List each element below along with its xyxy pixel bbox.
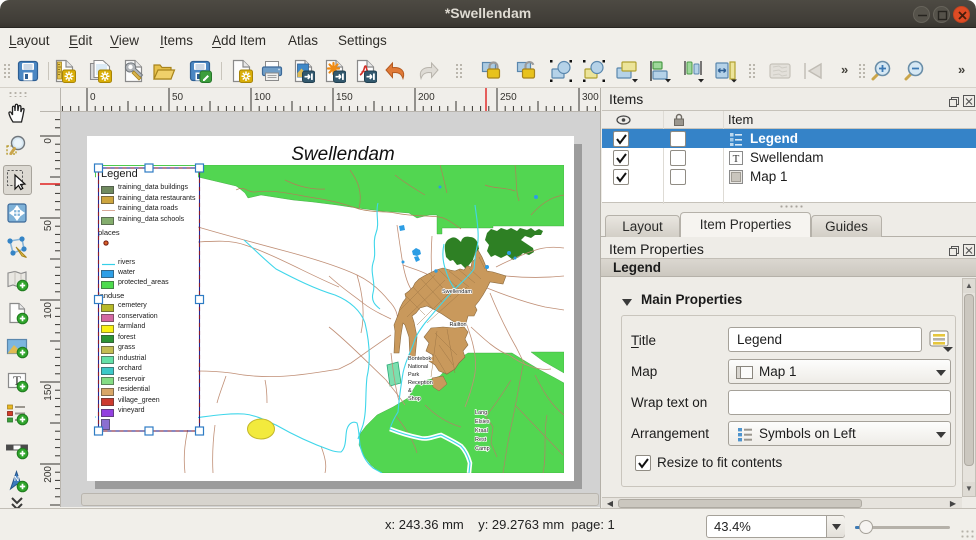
svg-text:T: T <box>733 153 740 165</box>
svg-text:250: 250 <box>500 92 517 103</box>
svg-text:200: 200 <box>418 92 435 103</box>
svg-text:Park: Park <box>408 372 420 378</box>
svg-text:50: 50 <box>172 92 184 103</box>
svg-text:50: 50 <box>43 220 54 232</box>
svg-text:0: 0 <box>43 138 54 144</box>
svg-text:&: & <box>408 388 412 394</box>
svg-text:Reception: Reception <box>408 380 433 386</box>
svg-text:0: 0 <box>90 92 96 103</box>
svg-text:100: 100 <box>43 302 54 319</box>
svg-text:Bontebok: Bontebok <box>408 356 431 362</box>
svg-text:150: 150 <box>336 92 353 103</box>
svg-text:100: 100 <box>254 92 271 103</box>
svg-text:300: 300 <box>582 92 599 103</box>
svg-text:Swellendam: Swellendam <box>442 289 472 295</box>
svg-text:Lang: Lang <box>475 410 487 416</box>
svg-text:Shop: Shop <box>408 396 421 402</box>
svg-text:National: National <box>408 364 428 370</box>
svg-text:N: N <box>14 476 19 483</box>
svg-text:Rest: Rest <box>475 437 487 443</box>
svg-text:150: 150 <box>43 384 54 401</box>
svg-text:Elsies: Elsies <box>475 419 490 425</box>
svg-text:Kraal: Kraal <box>475 428 488 434</box>
svg-text:200: 200 <box>43 466 54 483</box>
svg-text:Railton: Railton <box>449 322 466 328</box>
svg-text:Camp: Camp <box>475 446 490 452</box>
